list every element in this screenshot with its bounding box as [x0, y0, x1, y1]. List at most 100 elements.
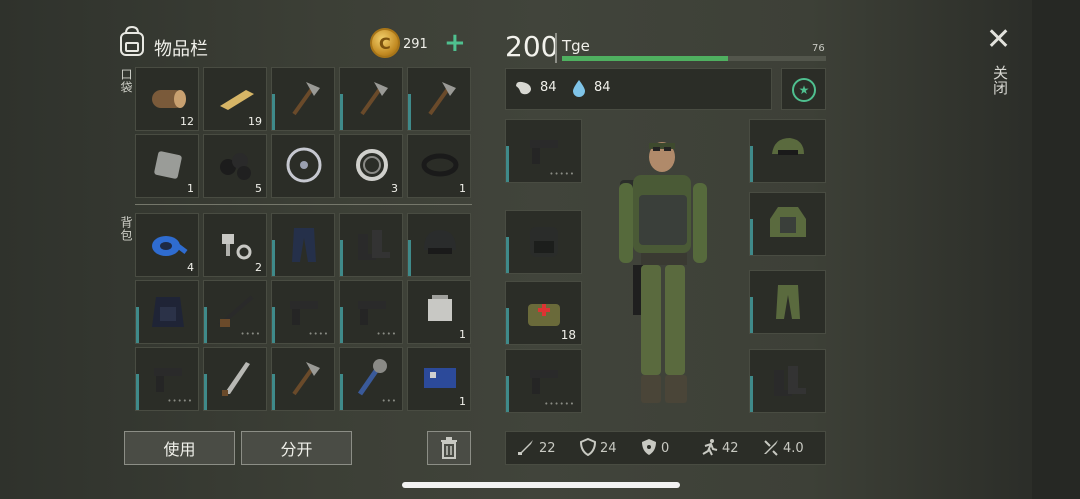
coin-icon: C: [370, 28, 400, 58]
hatchet-icon: [428, 82, 456, 116]
item-quantity: 19: [248, 115, 262, 128]
pocket-slot[interactable]: [407, 67, 471, 131]
running-icon: [702, 439, 718, 456]
status-effects-button[interactable]: ★: [781, 68, 826, 110]
gasket-icon: [421, 153, 459, 177]
item-quantity: 2: [255, 261, 262, 274]
backpack-slot[interactable]: 4: [135, 213, 199, 277]
backpack-slot[interactable]: [407, 213, 471, 277]
durability-bar: [340, 374, 343, 410]
shotgun-icon: [218, 295, 254, 327]
durability-bar: [204, 307, 207, 343]
weapon-slot[interactable]: •••••: [505, 119, 582, 183]
pocket-slot[interactable]: 1: [407, 134, 471, 198]
ammo-dots: ••••: [376, 330, 397, 338]
backpack-slot[interactable]: •••: [339, 347, 403, 411]
camo-jacket-icon: [770, 207, 806, 237]
armor-slot[interactable]: [749, 192, 826, 256]
durability-bar: [136, 374, 139, 410]
weapon-slot[interactable]: [505, 210, 582, 274]
item-quantity: 1: [459, 395, 466, 408]
backpack-slot[interactable]: 1: [407, 347, 471, 411]
durability-bar: [750, 219, 753, 255]
engine-part-icon: [428, 295, 452, 321]
pocket-slot[interactable]: 3: [339, 134, 403, 198]
backpack-slot[interactable]: ••••: [339, 280, 403, 344]
log-icon: [152, 90, 186, 108]
pistol-icon: [358, 301, 386, 325]
use-button[interactable]: 使用: [124, 431, 235, 465]
item-quantity: 12: [180, 115, 194, 128]
coal-icon: [220, 153, 251, 180]
health-value: 200: [505, 30, 559, 63]
trash-button[interactable]: [427, 431, 471, 465]
close-icon[interactable]: ✕: [986, 22, 1011, 57]
hatchet-icon: [292, 362, 320, 396]
medkit-bag-icon: [528, 304, 560, 326]
add-coins-button[interactable]: +: [444, 28, 466, 58]
close-button-label[interactable]: 关闭: [990, 65, 1011, 95]
xp-bar-fill: [562, 56, 729, 61]
hunger-value: 84: [540, 80, 557, 95]
durability-bar: [272, 307, 275, 343]
weapon-slot[interactable]: 18: [505, 281, 582, 345]
split-button[interactable]: 分开: [241, 431, 352, 465]
armor-slot[interactable]: [749, 119, 826, 183]
stomach-icon: [516, 81, 531, 95]
backpack-slot[interactable]: [339, 213, 403, 277]
armor-slot[interactable]: [749, 349, 826, 413]
backpack-slot[interactable]: [135, 280, 199, 344]
armor-slot[interactable]: [749, 270, 826, 334]
pocket-slot[interactable]: 5: [203, 134, 267, 198]
pocket-slot[interactable]: 19: [203, 67, 267, 131]
durability-bar: [340, 307, 343, 343]
camo-pants-icon: [776, 285, 800, 319]
durability-bar: [506, 146, 509, 182]
item-quantity: 1: [459, 328, 466, 341]
crit-value: 4.0: [783, 441, 804, 456]
backpack-slot[interactable]: [203, 347, 267, 411]
pocket-label: 口袋: [119, 68, 133, 94]
boots-icon: [774, 366, 806, 396]
backpack-icon: [120, 25, 144, 56]
pocket-slot[interactable]: [271, 67, 335, 131]
crit-icon: [764, 440, 778, 456]
character-model: [619, 142, 707, 403]
weapon-slot[interactable]: ••••••: [505, 349, 582, 413]
pistol-icon: [290, 301, 318, 325]
shield-icon: [579, 438, 597, 456]
pistol-icon: [530, 140, 558, 164]
backpack-slot[interactable]: [271, 347, 335, 411]
backpack-slot[interactable]: [271, 213, 335, 277]
ammo-dots: ••••: [308, 330, 329, 338]
backpack-slot[interactable]: 1: [407, 280, 471, 344]
header-separator: [555, 33, 557, 63]
pocket-slot[interactable]: [271, 134, 335, 198]
pocket-slot[interactable]: [339, 67, 403, 131]
star-icon: ★: [792, 78, 816, 102]
vest-icon: [152, 297, 184, 327]
backpack-slot[interactable]: ••••: [271, 280, 335, 344]
pocket-slot[interactable]: 12: [135, 67, 199, 131]
backpack-slot[interactable]: •••••: [135, 347, 199, 411]
durability-bar: [506, 237, 509, 273]
item-quantity: 1: [187, 182, 194, 195]
home-indicator[interactable]: [402, 482, 680, 488]
ammo-dots: ••••••: [544, 400, 575, 408]
pocket-slot[interactable]: 1: [135, 134, 199, 198]
ammo-dots: •••••: [549, 170, 575, 178]
backpack-slot[interactable]: ••••: [203, 280, 267, 344]
thirst-value: 84: [594, 80, 611, 95]
backpack-slot[interactable]: 2: [203, 213, 267, 277]
durability-bar: [750, 146, 753, 182]
section-divider: [135, 204, 472, 205]
ammo-dots: ••••: [240, 330, 261, 338]
hatchet-icon: [292, 82, 320, 116]
camo-cap-icon: [772, 138, 804, 155]
durability-bar: [408, 240, 411, 276]
circuit-board-icon: [424, 368, 456, 388]
metal-sheet-icon: [154, 151, 182, 179]
radiation-icon: [642, 439, 656, 455]
trash-icon: [441, 437, 457, 459]
item-quantity: 18: [560, 328, 576, 342]
